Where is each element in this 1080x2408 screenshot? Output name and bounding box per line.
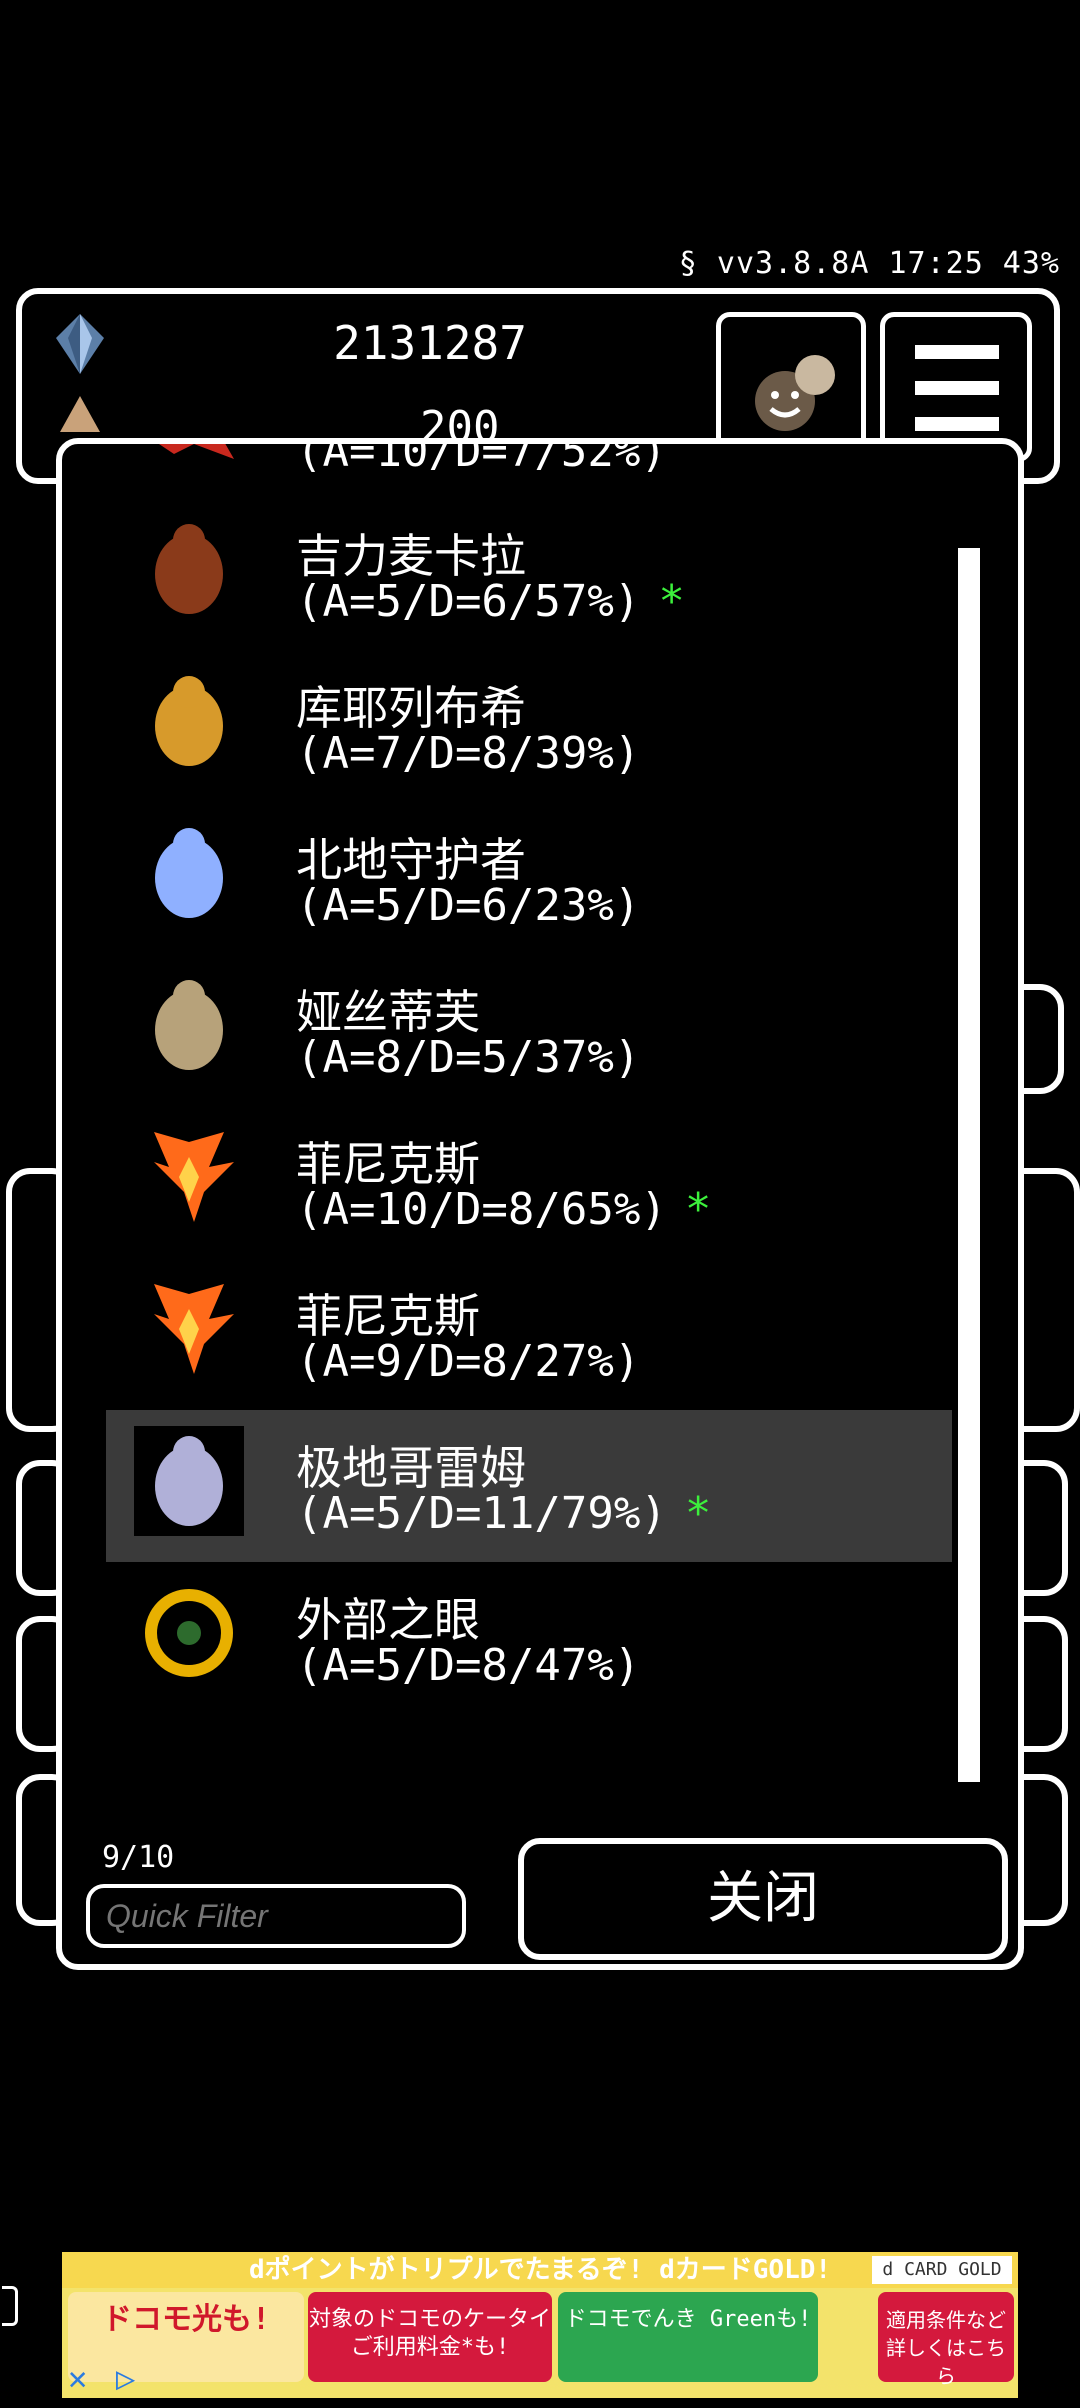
creature-stats: (A=9/D=8/27%) [296, 1336, 640, 1387]
main-currency-value: 2131287 [333, 316, 527, 370]
creature-stats-value: (A=10/D=8/65%) [296, 1184, 667, 1235]
potion-icon [60, 396, 100, 432]
crystal-icon [56, 314, 104, 374]
phoenix-creature-icon [154, 1284, 234, 1374]
ad-box-2: 対象のドコモのケータイご利用料金*も! [308, 2292, 552, 2382]
ad-close-icon[interactable]: ✕ [68, 2360, 104, 2396]
creature-stats-value: (A=5/D=6/57%) [296, 576, 641, 627]
polar-golem-creature-icon [134, 1426, 244, 1536]
creature-stats-value: (A=5/D=11/79%) [296, 1488, 667, 1539]
ad-box-4: 適用条件など詳しくはこちら [878, 2292, 1014, 2388]
side-handle-icon[interactable] [2, 2286, 18, 2326]
close-button[interactable]: 关闭 [518, 1838, 1008, 1960]
creature-stats-value: (A=8/D=5/37%) [296, 1032, 641, 1083]
count-label: 9/10 [102, 1840, 175, 1875]
ad-tag: d CARD GOLD [872, 2256, 1012, 2284]
creature-stats-value: (A=9/D=8/27%) [296, 1336, 641, 1387]
list-item[interactable]: (A=10/D=7/52%) [106, 438, 952, 500]
creature-stats-value: (A=7/D=8/39%) [296, 728, 641, 779]
outer-eye-creature-icon [145, 1589, 233, 1677]
status-bar-text: § vv3.8.8A 17:25 43% [678, 246, 1060, 281]
favorite-star-icon: * [658, 576, 685, 627]
list-item[interactable]: 外部之眼 (A=5/D=8/47%) [106, 1562, 952, 1714]
creature-stats: (A=7/D=8/39%) [296, 728, 640, 779]
creature-stats-value: (A=5/D=8/47%) [296, 1640, 641, 1691]
favorite-star-icon: * [684, 1488, 712, 1539]
ad-box-3: ドコモでんき Greenも! [558, 2292, 818, 2382]
favorite-star-icon: * [684, 1184, 712, 1235]
quick-filter-input[interactable] [86, 1884, 466, 1948]
creature-stats: (A=10/D=8/65%) * [296, 1184, 711, 1235]
smiling-face-icon [755, 355, 835, 431]
creature-stats: (A=5/D=8/47%) [296, 1640, 640, 1691]
ice-spirit-creature-icon [155, 828, 223, 918]
hamburger-icon-bar [915, 381, 999, 395]
list-item[interactable]: 娅丝蒂芙 (A=8/D=5/37%) [106, 954, 952, 1106]
list-item[interactable]: 菲尼克斯 (A=10/D=8/65%) * [106, 1106, 952, 1258]
ad-banner[interactable]: dポイントがトリプルでたまるぞ! dカードGOLD! d CARD GOLD ド… [62, 2252, 1018, 2398]
ad-choices-icon[interactable]: ▷ [116, 2360, 152, 2396]
creature-stats: (A=5/D=6/57%) * [296, 576, 685, 627]
hamburger-icon-bar [915, 417, 999, 431]
red-creature-icon [159, 444, 234, 459]
bone-beast-creature-icon [155, 980, 223, 1070]
golden-lion-creature-icon [155, 676, 223, 766]
creature-list-modal: (A=10/D=7/52%) 吉力麦卡拉 (A=5/D=6/57%) * 库耶列布希(… [56, 438, 1024, 1970]
creature-stats: (A=8/D=5/37%) [296, 1032, 640, 1083]
list-item[interactable]: 北地守护者 (A=5/D=6/23%) [106, 802, 952, 954]
creature-stats: (A=5/D=11/79%) * [296, 1488, 711, 1539]
list-item[interactable]: 吉力麦卡拉 (A=5/D=6/57%) * [106, 498, 952, 650]
list-item[interactable]: 菲尼克斯 (A=9/D=8/27%) [106, 1258, 952, 1410]
creature-stats: (A=5/D=6/23%) [296, 880, 640, 931]
hamburger-icon-bar [915, 345, 999, 359]
scrollbar[interactable] [958, 548, 980, 1782]
creature-stats: (A=10/D=7/52%) [296, 438, 667, 477]
creature-stats-value: (A=5/D=6/23%) [296, 880, 641, 931]
ganesha-creature-icon [155, 524, 223, 614]
list-item[interactable]: 库耶列布希 (A=7/D=8/39%) [106, 650, 952, 802]
phoenix-creature-icon [154, 1132, 234, 1222]
list-item[interactable]: 极地哥雷姆 (A=5/D=11/79%) * [106, 1410, 952, 1562]
creature-list[interactable]: (A=10/D=7/52%) 吉力麦卡拉 (A=5/D=6/57%) * 库耶列布希(… [62, 444, 962, 1844]
